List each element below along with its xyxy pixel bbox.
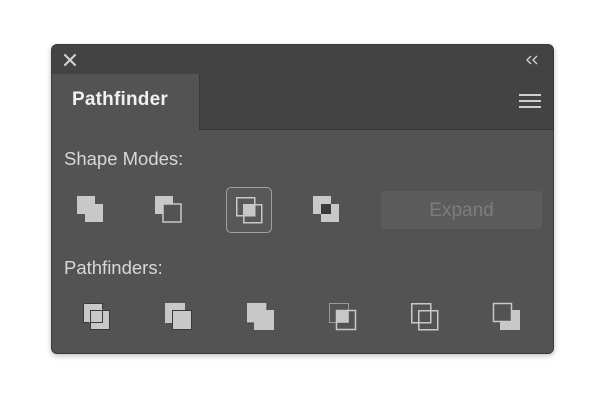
exclude-button[interactable] bbox=[304, 187, 350, 233]
minus-front-icon bbox=[155, 196, 182, 223]
collapse-panel-icon[interactable] bbox=[523, 52, 541, 68]
trim-button[interactable] bbox=[160, 298, 200, 338]
exclude-icon bbox=[313, 196, 339, 222]
panel-tab-row: Pathfinder bbox=[52, 74, 553, 130]
unite-icon bbox=[77, 196, 103, 222]
crop-icon bbox=[329, 303, 357, 331]
pathfinders-label: Pathfinders: bbox=[64, 257, 163, 278]
shape-modes-label: Shape Modes: bbox=[64, 148, 184, 169]
unite-button[interactable] bbox=[68, 187, 114, 233]
intersect-button[interactable] bbox=[226, 187, 272, 233]
minus-back-icon bbox=[492, 302, 520, 330]
tab-pathfinder[interactable]: Pathfinder bbox=[52, 74, 200, 130]
intersect-icon bbox=[236, 197, 263, 224]
merge-button[interactable] bbox=[242, 298, 282, 338]
pathfinder-panel: Pathfinder Shape Modes: Expand Pathfinde… bbox=[51, 44, 554, 354]
outline-icon bbox=[411, 303, 439, 331]
divide-icon bbox=[83, 303, 110, 330]
close-icon[interactable] bbox=[62, 52, 78, 68]
merge-icon bbox=[247, 303, 274, 330]
tab-pathfinder-label: Pathfinder bbox=[72, 89, 168, 110]
crop-button[interactable] bbox=[324, 298, 364, 338]
panel-menu-icon[interactable] bbox=[519, 93, 541, 109]
minus-front-button[interactable] bbox=[146, 187, 192, 233]
trim-icon bbox=[165, 303, 192, 330]
panel-titlebar bbox=[52, 45, 553, 75]
divide-button[interactable] bbox=[78, 298, 118, 338]
outline-button[interactable] bbox=[406, 298, 446, 338]
minus-back-button[interactable] bbox=[488, 298, 528, 338]
expand-button-label: Expand bbox=[429, 200, 494, 221]
expand-button[interactable]: Expand bbox=[381, 191, 542, 229]
